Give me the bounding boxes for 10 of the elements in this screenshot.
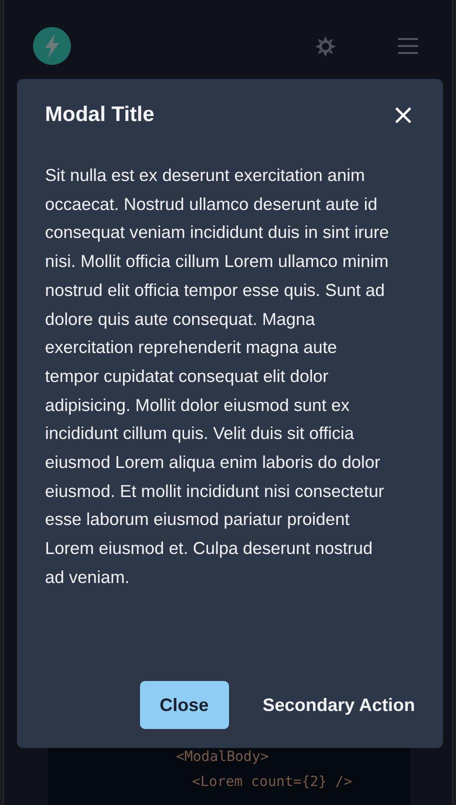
secondary-action-button[interactable]: Secondary Action — [248, 681, 435, 729]
modal-title: Modal Title — [45, 103, 154, 127]
menu-icon[interactable] — [398, 37, 418, 55]
logo-icon[interactable] — [33, 27, 71, 65]
modal-body-text: Sit nulla est ex deserunt exercitation anim occaecat. Nostrud ullamco deserunt aute id consequat veniam incididunt duis in sint irure nisi. Mollit officia cillum Lorem ullamco minim nostrud elit officia tempor esse quis. Sunt ad dolore quis aute consequat. Magna exercitation reprehenderit magna aute tempor cupidatat consequat elit dolor adipisicing. Mollit dolor eiusmod sunt ex incididunt cillum quis. Velit duis sit officia eiusmod Lorem aliqua enim laboris do dolor eiusmod. Et mollit incididunt nisi consectetur esse laborum eiusmod pariatur proident Lorem eiusmod et. Culpa deserunt nostrud ad veniam. — [45, 164, 389, 589]
code-line: <ModalBody> — [176, 748, 270, 767]
close-button[interactable]: Close — [140, 681, 229, 729]
close-button[interactable]: × — [386, 103, 421, 127]
code-line: <Lorem count={2} /> — [191, 773, 354, 792]
sun-icon[interactable] — [315, 36, 336, 56]
